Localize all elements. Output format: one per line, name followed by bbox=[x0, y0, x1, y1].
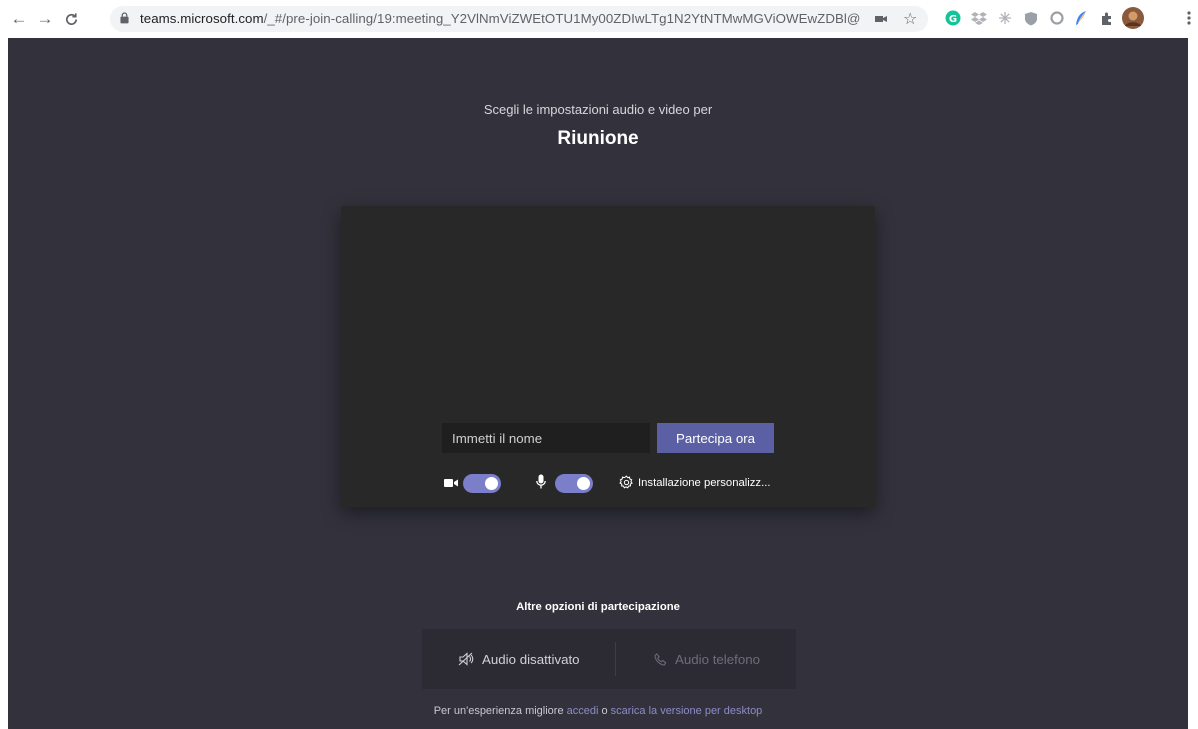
footer-text: Per un'esperienza migliore accedi o scar… bbox=[8, 705, 1188, 717]
download-desktop-link[interactable]: scarica la versione per desktop bbox=[611, 705, 763, 717]
meeting-title: Riunione bbox=[557, 128, 639, 149]
other-join-options: Audio disattivato Audio telefono bbox=[422, 629, 796, 689]
camera-blocked-icon[interactable] bbox=[874, 12, 888, 26]
feather-icon[interactable] bbox=[1072, 9, 1090, 27]
audio-off-label: Audio disattivato bbox=[482, 651, 580, 667]
custom-setup-link[interactable]: Installazione personalizz... bbox=[638, 477, 771, 489]
grammarly-icon[interactable]: G bbox=[944, 9, 962, 27]
footer-prefix: Per un'esperienza migliore bbox=[433, 705, 567, 717]
settings-gear-icon[interactable] bbox=[619, 475, 634, 490]
url-host: teams.microsoft.com bbox=[140, 11, 264, 26]
bookmark-star-icon[interactable]: ☆ bbox=[903, 9, 917, 29]
options-divider bbox=[615, 642, 616, 676]
shield-icon[interactable] bbox=[1022, 9, 1040, 27]
browser-toolbar: ← → teams.microsoft.com/_#/pre-join-call… bbox=[0, 0, 1198, 38]
prejoin-subtitle: Scegli le impostazioni audio e video per bbox=[483, 102, 713, 117]
camera-icon bbox=[444, 479, 458, 487]
microphone-toggle[interactable] bbox=[555, 474, 593, 493]
other-options-title: Altre opzioni di partecipazione bbox=[516, 601, 680, 613]
address-bar[interactable]: teams.microsoft.com/_#/pre-join-calling/… bbox=[110, 6, 928, 32]
extensions-puzzle-icon[interactable] bbox=[1098, 9, 1116, 27]
profile-avatar[interactable] bbox=[1122, 7, 1144, 29]
lock-icon bbox=[120, 12, 129, 24]
reload-icon[interactable] bbox=[60, 8, 82, 30]
circle-extension-icon[interactable] bbox=[1048, 9, 1066, 27]
toggle-knob bbox=[577, 477, 590, 490]
menu-kebab-icon[interactable] bbox=[1180, 9, 1198, 27]
name-input[interactable] bbox=[442, 423, 650, 453]
speaker-off-icon bbox=[458, 652, 474, 666]
footer-or: o bbox=[598, 705, 611, 717]
phone-icon bbox=[654, 652, 667, 666]
dropbox-icon[interactable] bbox=[970, 9, 988, 27]
url-text: teams.microsoft.com/_#/pre-join-calling/… bbox=[140, 11, 860, 26]
audio-off-option[interactable]: Audio disattivato bbox=[458, 629, 580, 689]
back-arrow-icon[interactable]: ← bbox=[8, 8, 30, 30]
snowflake-icon[interactable] bbox=[996, 9, 1014, 27]
forward-arrow-icon[interactable]: → bbox=[34, 8, 56, 30]
svg-text:G: G bbox=[949, 14, 957, 25]
phone-audio-option[interactable]: Audio telefono bbox=[654, 629, 760, 689]
signin-link[interactable]: accedi bbox=[567, 705, 599, 717]
video-preview-panel: Partecipa ora Installazione personalizz.… bbox=[341, 206, 875, 507]
join-now-button[interactable]: Partecipa ora bbox=[657, 423, 774, 453]
microphone-icon bbox=[536, 474, 546, 489]
phone-audio-label: Audio telefono bbox=[675, 651, 761, 667]
url-path: /_#/pre-join-calling/19:meeting_Y2VlNmVi… bbox=[263, 11, 860, 26]
camera-toggle[interactable] bbox=[463, 474, 501, 493]
prejoin-page: Scegli le impostazioni audio e video per… bbox=[8, 38, 1188, 729]
toggle-knob bbox=[485, 477, 498, 490]
device-controls: Installazione personalizz... bbox=[444, 472, 804, 496]
